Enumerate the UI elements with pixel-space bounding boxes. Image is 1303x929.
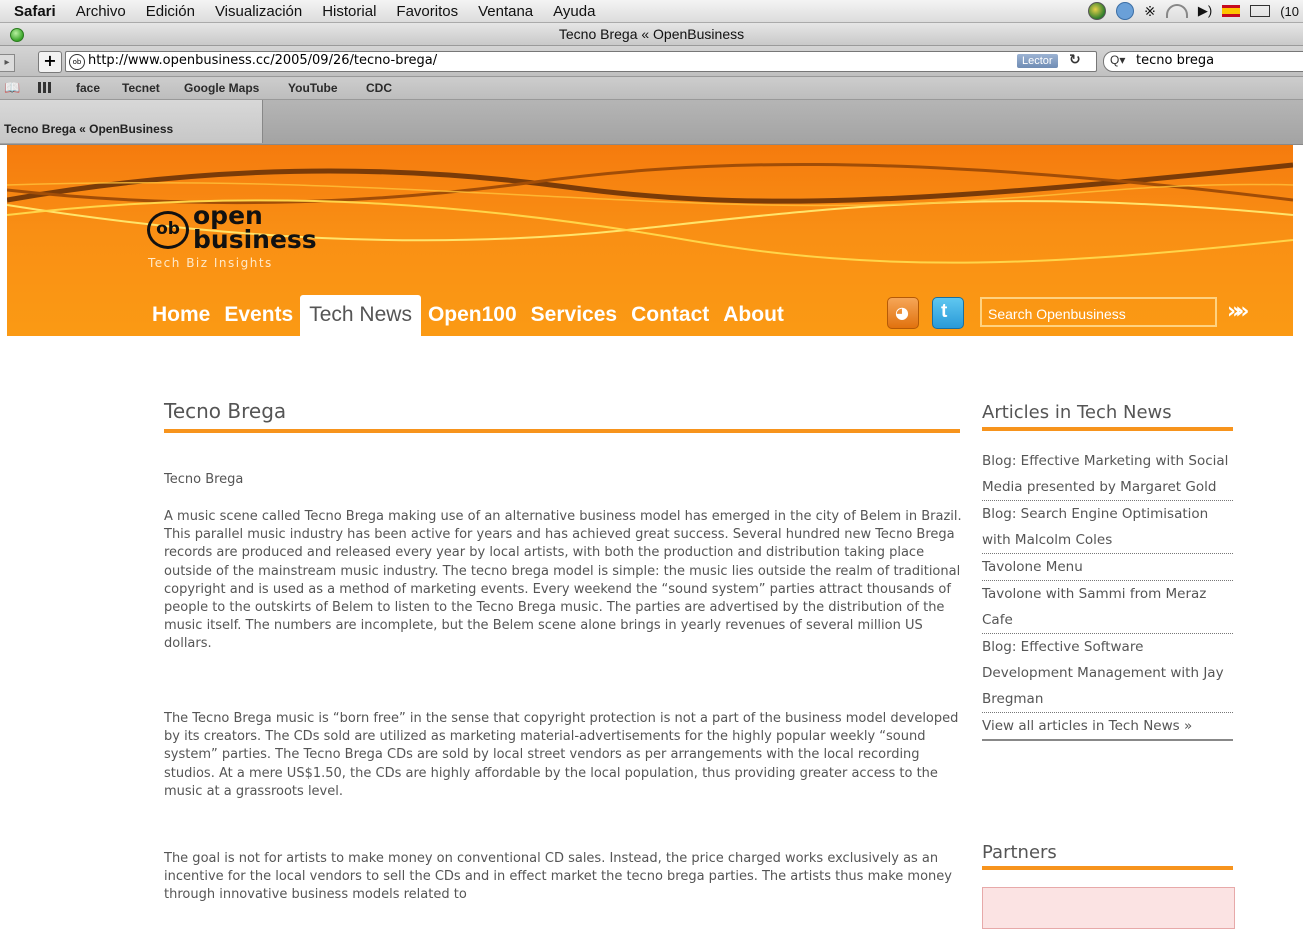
- bookmarks-book-icon[interactable]: 📖: [4, 80, 20, 96]
- bookmark-cdc[interactable]: CDC: [366, 81, 392, 95]
- nav-contact[interactable]: Contact: [624, 299, 716, 336]
- article-link[interactable]: Blog: Effective Marketing with Social Me…: [982, 448, 1233, 501]
- article-paragraph: A music scene called Tecno Brega making …: [164, 509, 962, 652]
- article-title-rule: [164, 429, 960, 433]
- battery-percent: (10: [1280, 3, 1299, 19]
- search-icon: Q▾: [1110, 53, 1126, 67]
- search-value[interactable]: tecno brega: [1136, 53, 1214, 68]
- top-sites-grid-icon[interactable]: [38, 82, 52, 93]
- menu-archivo[interactable]: Archivo: [66, 3, 136, 20]
- window-titlebar: Tecno Brega « OpenBusiness: [0, 23, 1303, 46]
- browser-search-field[interactable]: Q▾ tecno brega: [1103, 51, 1303, 72]
- partner-banner[interactable]: [982, 887, 1235, 929]
- twitter-icon[interactable]: t: [932, 297, 964, 329]
- article-title: Tecno Brega: [164, 399, 287, 423]
- site-favicon-icon: ob: [69, 54, 85, 70]
- reload-icon[interactable]: ↻: [1069, 52, 1081, 68]
- bookmarks-bar: 📖 face Tecnet Google Maps YouTube CDC: [0, 77, 1303, 100]
- url-text[interactable]: http://www.openbusiness.cc/2005/09/26/te…: [88, 53, 437, 68]
- nav-about[interactable]: About: [716, 299, 791, 336]
- logo-word-business[interactable]: business: [193, 227, 317, 253]
- address-bar[interactable]: ob http://www.openbusiness.cc/2005/09/26…: [65, 51, 1097, 72]
- article-subtitle: Tecno Brega: [164, 472, 244, 487]
- wifi-icon[interactable]: [1165, 4, 1188, 18]
- window-title: Tecno Brega « OpenBusiness: [558, 26, 745, 42]
- menu-safari[interactable]: Safari: [0, 3, 66, 20]
- site-search-input[interactable]: Search Openbusiness: [980, 297, 1217, 327]
- menu-ayuda[interactable]: Ayuda: [543, 3, 605, 20]
- reader-button[interactable]: Lector: [1017, 54, 1058, 68]
- nav-events[interactable]: Events: [217, 299, 300, 336]
- tab-label: Tecno Brega « OpenBusiness: [4, 122, 174, 136]
- nav-home[interactable]: Home: [145, 299, 217, 336]
- bookmark-tecnet[interactable]: Tecnet: [122, 81, 160, 95]
- search-go-icon[interactable]: »»: [1227, 297, 1250, 327]
- battery-icon[interactable]: [1250, 5, 1271, 17]
- menu-bar: Safari Archivo Edición Visualización His…: [0, 0, 1303, 23]
- nav-services[interactable]: Services: [524, 299, 624, 336]
- tab-bar: Tecno Brega « OpenBusiness: [0, 100, 1303, 145]
- article-link[interactable]: Blog: Search Engine Optimisation with Ma…: [982, 501, 1233, 554]
- browser-toolbar: ▸ + ob http://www.openbusiness.cc/2005/0…: [0, 46, 1303, 77]
- menu-edicion[interactable]: Edición: [136, 3, 205, 20]
- main-nav: Home Events Tech News Open100 Services C…: [145, 295, 791, 336]
- add-bookmark-button[interactable]: +: [38, 51, 62, 73]
- view-all-link[interactable]: View all articles in Tech News »: [982, 713, 1233, 741]
- back-arrow-icon[interactable]: ▸: [0, 54, 15, 72]
- menu-ventana[interactable]: Ventana: [468, 3, 543, 20]
- articles-list: Blog: Effective Marketing with Social Me…: [982, 448, 1233, 741]
- globe-icon[interactable]: [1088, 2, 1107, 20]
- article-link[interactable]: Blog: Effective Software Development Man…: [982, 634, 1233, 713]
- menu-visualizacion[interactable]: Visualización: [205, 3, 312, 20]
- bluetooth-icon[interactable]: ※: [1144, 3, 1156, 20]
- bookmark-google-maps[interactable]: Google Maps: [184, 81, 259, 95]
- spain-flag-icon[interactable]: [1222, 5, 1241, 17]
- bookmark-youtube[interactable]: YouTube: [288, 81, 338, 95]
- partners-heading-rule: [982, 866, 1233, 870]
- article-paragraph: The goal is not for artists to make mone…: [164, 851, 952, 903]
- volume-icon[interactable]: ▶): [1198, 3, 1212, 19]
- nav-open100[interactable]: Open100: [421, 299, 524, 336]
- partners-heading: Partners: [982, 842, 1057, 863]
- sync-icon[interactable]: [1116, 2, 1135, 20]
- site-header: ob open business Tech Biz Insights Home …: [7, 145, 1293, 336]
- logo-mark[interactable]: ob: [147, 211, 189, 249]
- menu-favoritos[interactable]: Favoritos: [386, 3, 468, 20]
- article-paragraph: The Tecno Brega music is “born free” in …: [164, 711, 959, 799]
- articles-heading-rule: [982, 427, 1233, 431]
- nav-tech-news[interactable]: Tech News: [300, 295, 421, 336]
- article-link[interactable]: Tavolone with Sammi from Meraz Cafe: [982, 581, 1233, 634]
- status-area: ※ ▶) (10: [1088, 0, 1303, 22]
- menu-historial[interactable]: Historial: [312, 3, 386, 20]
- tagline: Tech Biz Insights: [148, 256, 273, 270]
- article-link[interactable]: Tavolone Menu: [982, 554, 1233, 581]
- bookmark-face[interactable]: face: [76, 81, 100, 95]
- articles-heading: Articles in Tech News: [982, 402, 1172, 423]
- rss-icon[interactable]: ◕: [887, 297, 919, 329]
- tab-tecno-brega[interactable]: Tecno Brega « OpenBusiness: [0, 100, 263, 143]
